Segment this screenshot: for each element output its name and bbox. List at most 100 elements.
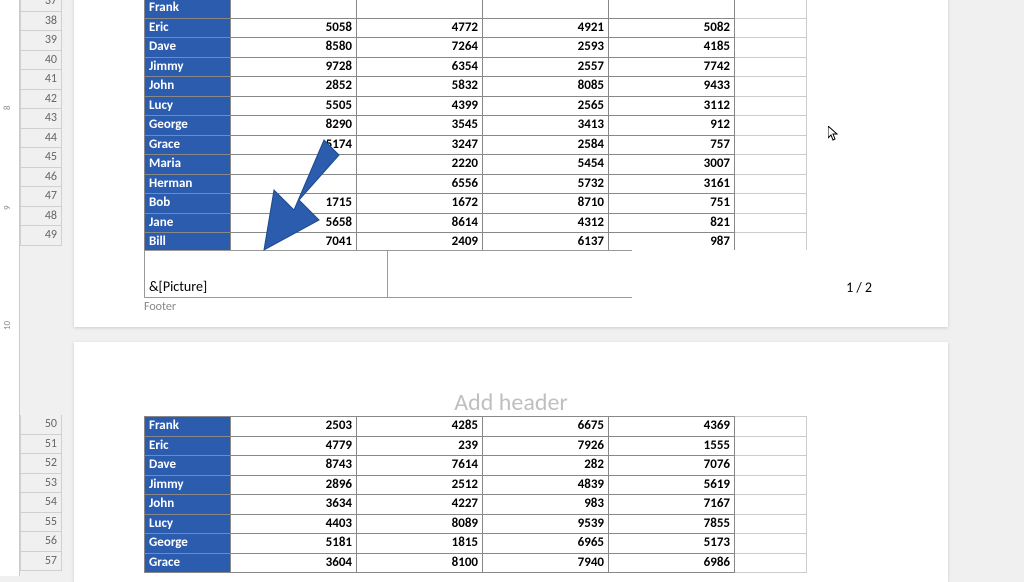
value-cell[interactable]: 7167 [609,495,735,515]
name-cell[interactable]: Dave [145,456,231,476]
empty-cell[interactable] [735,436,807,456]
value-cell[interactable]: 5174 [231,135,357,155]
value-cell[interactable]: 6354 [357,57,483,77]
value-cell[interactable]: 5058 [231,18,357,38]
empty-cell[interactable] [735,77,807,97]
row-header[interactable]: 56 [20,532,62,552]
value-cell[interactable]: 3413 [483,116,609,136]
name-cell[interactable]: Dave [145,38,231,58]
row-header[interactable]: 47 [20,187,62,207]
row-header[interactable]: 53 [20,474,62,494]
value-cell[interactable]: 1715 [231,194,357,214]
name-cell[interactable]: Lucy [145,96,231,116]
value-cell[interactable]: 4312 [483,213,609,233]
empty-cell[interactable] [735,18,807,38]
value-cell[interactable]: 4285 [357,417,483,437]
name-cell[interactable]: Maria [145,155,231,175]
value-cell[interactable]: 3007 [609,155,735,175]
value-cell[interactable]: 7264 [357,38,483,58]
value-cell[interactable]: 2512 [357,475,483,495]
value-cell[interactable]: 6675 [483,417,609,437]
empty-cell[interactable] [735,456,807,476]
value-cell[interactable]: 4779 [231,436,357,456]
empty-cell[interactable] [735,194,807,214]
value-cell[interactable]: 239 [357,436,483,456]
empty-cell[interactable] [735,116,807,136]
row-header[interactable]: 43 [20,109,62,129]
value-cell[interactable]: 1672 [357,194,483,214]
name-cell[interactable]: Frank [145,417,231,437]
value-cell[interactable]: 8085 [483,77,609,97]
value-cell[interactable]: 5505 [231,96,357,116]
value-cell[interactable]: 983 [483,495,609,515]
value-cell[interactable]: 7926 [483,436,609,456]
value-cell[interactable]: 6965 [483,534,609,554]
value-cell[interactable]: 5181 [231,534,357,554]
row-header[interactable]: 49 [20,226,62,246]
value-cell[interactable]: 1555 [609,436,735,456]
value-cell[interactable]: 8614 [357,213,483,233]
value-cell[interactable]: 4772 [357,18,483,38]
row-header[interactable]: 48 [20,207,62,227]
name-cell[interactable]: Bob [145,194,231,214]
value-cell[interactable]: 1815 [357,534,483,554]
row-header[interactable]: 46 [20,168,62,188]
empty-cell[interactable] [735,0,807,18]
row-header[interactable]: 45 [20,148,62,168]
value-cell[interactable]: 751 [609,194,735,214]
row-header[interactable]: 37 [20,0,62,12]
footer-right-section[interactable]: 1 / 2 [632,250,876,298]
value-cell[interactable]: 2557 [483,57,609,77]
footer-left-section[interactable]: &[Picture] [144,250,388,298]
value-cell[interactable]: 4399 [357,96,483,116]
row-header[interactable]: 40 [20,51,62,71]
value-cell[interactable]: 8580 [231,38,357,58]
name-cell[interactable]: John [145,77,231,97]
value-cell[interactable]: 4403 [231,514,357,534]
empty-cell[interactable] [735,96,807,116]
value-cell[interactable]: 2584 [483,135,609,155]
empty-cell[interactable] [735,57,807,77]
value-cell[interactable]: 5454 [483,155,609,175]
value-cell[interactable]: 2593 [483,38,609,58]
name-cell[interactable]: Eric [145,18,231,38]
value-cell[interactable]: 757 [609,135,735,155]
name-cell[interactable]: George [145,534,231,554]
row-header[interactable]: 51 [20,435,62,455]
value-cell[interactable]: 912 [609,116,735,136]
value-cell[interactable]: 2852 [231,77,357,97]
empty-cell[interactable] [735,534,807,554]
value-cell[interactable]: 4921 [483,18,609,38]
value-cell[interactable]: 3604 [231,553,357,573]
value-cell[interactable] [231,174,357,194]
value-cell[interactable]: 8100 [357,553,483,573]
row-header[interactable]: 55 [20,513,62,533]
footer-center-section[interactable] [388,250,632,298]
empty-cell[interactable] [735,38,807,58]
value-cell[interactable]: 2896 [231,475,357,495]
empty-cell[interactable] [735,135,807,155]
empty-cell[interactable] [735,514,807,534]
value-cell[interactable]: 5619 [609,475,735,495]
row-header[interactable]: 42 [20,90,62,110]
value-cell[interactable]: 6986 [609,553,735,573]
value-cell[interactable]: 4185 [609,38,735,58]
value-cell[interactable] [231,155,357,175]
value-cell[interactable]: 2220 [357,155,483,175]
value-cell[interactable] [483,0,609,18]
row-header[interactable]: 54 [20,493,62,513]
empty-cell[interactable] [735,495,807,515]
value-cell[interactable]: 5832 [357,77,483,97]
empty-cell[interactable] [735,174,807,194]
name-cell[interactable]: Grace [145,553,231,573]
empty-cell[interactable] [735,213,807,233]
value-cell[interactable]: 5732 [483,174,609,194]
value-cell[interactable]: 6556 [357,174,483,194]
empty-cell[interactable] [735,553,807,573]
name-cell[interactable]: John [145,495,231,515]
name-cell[interactable]: Grace [145,135,231,155]
value-cell[interactable]: 4227 [357,495,483,515]
value-cell[interactable]: 7076 [609,456,735,476]
name-cell[interactable]: Eric [145,436,231,456]
value-cell[interactable]: 2565 [483,96,609,116]
